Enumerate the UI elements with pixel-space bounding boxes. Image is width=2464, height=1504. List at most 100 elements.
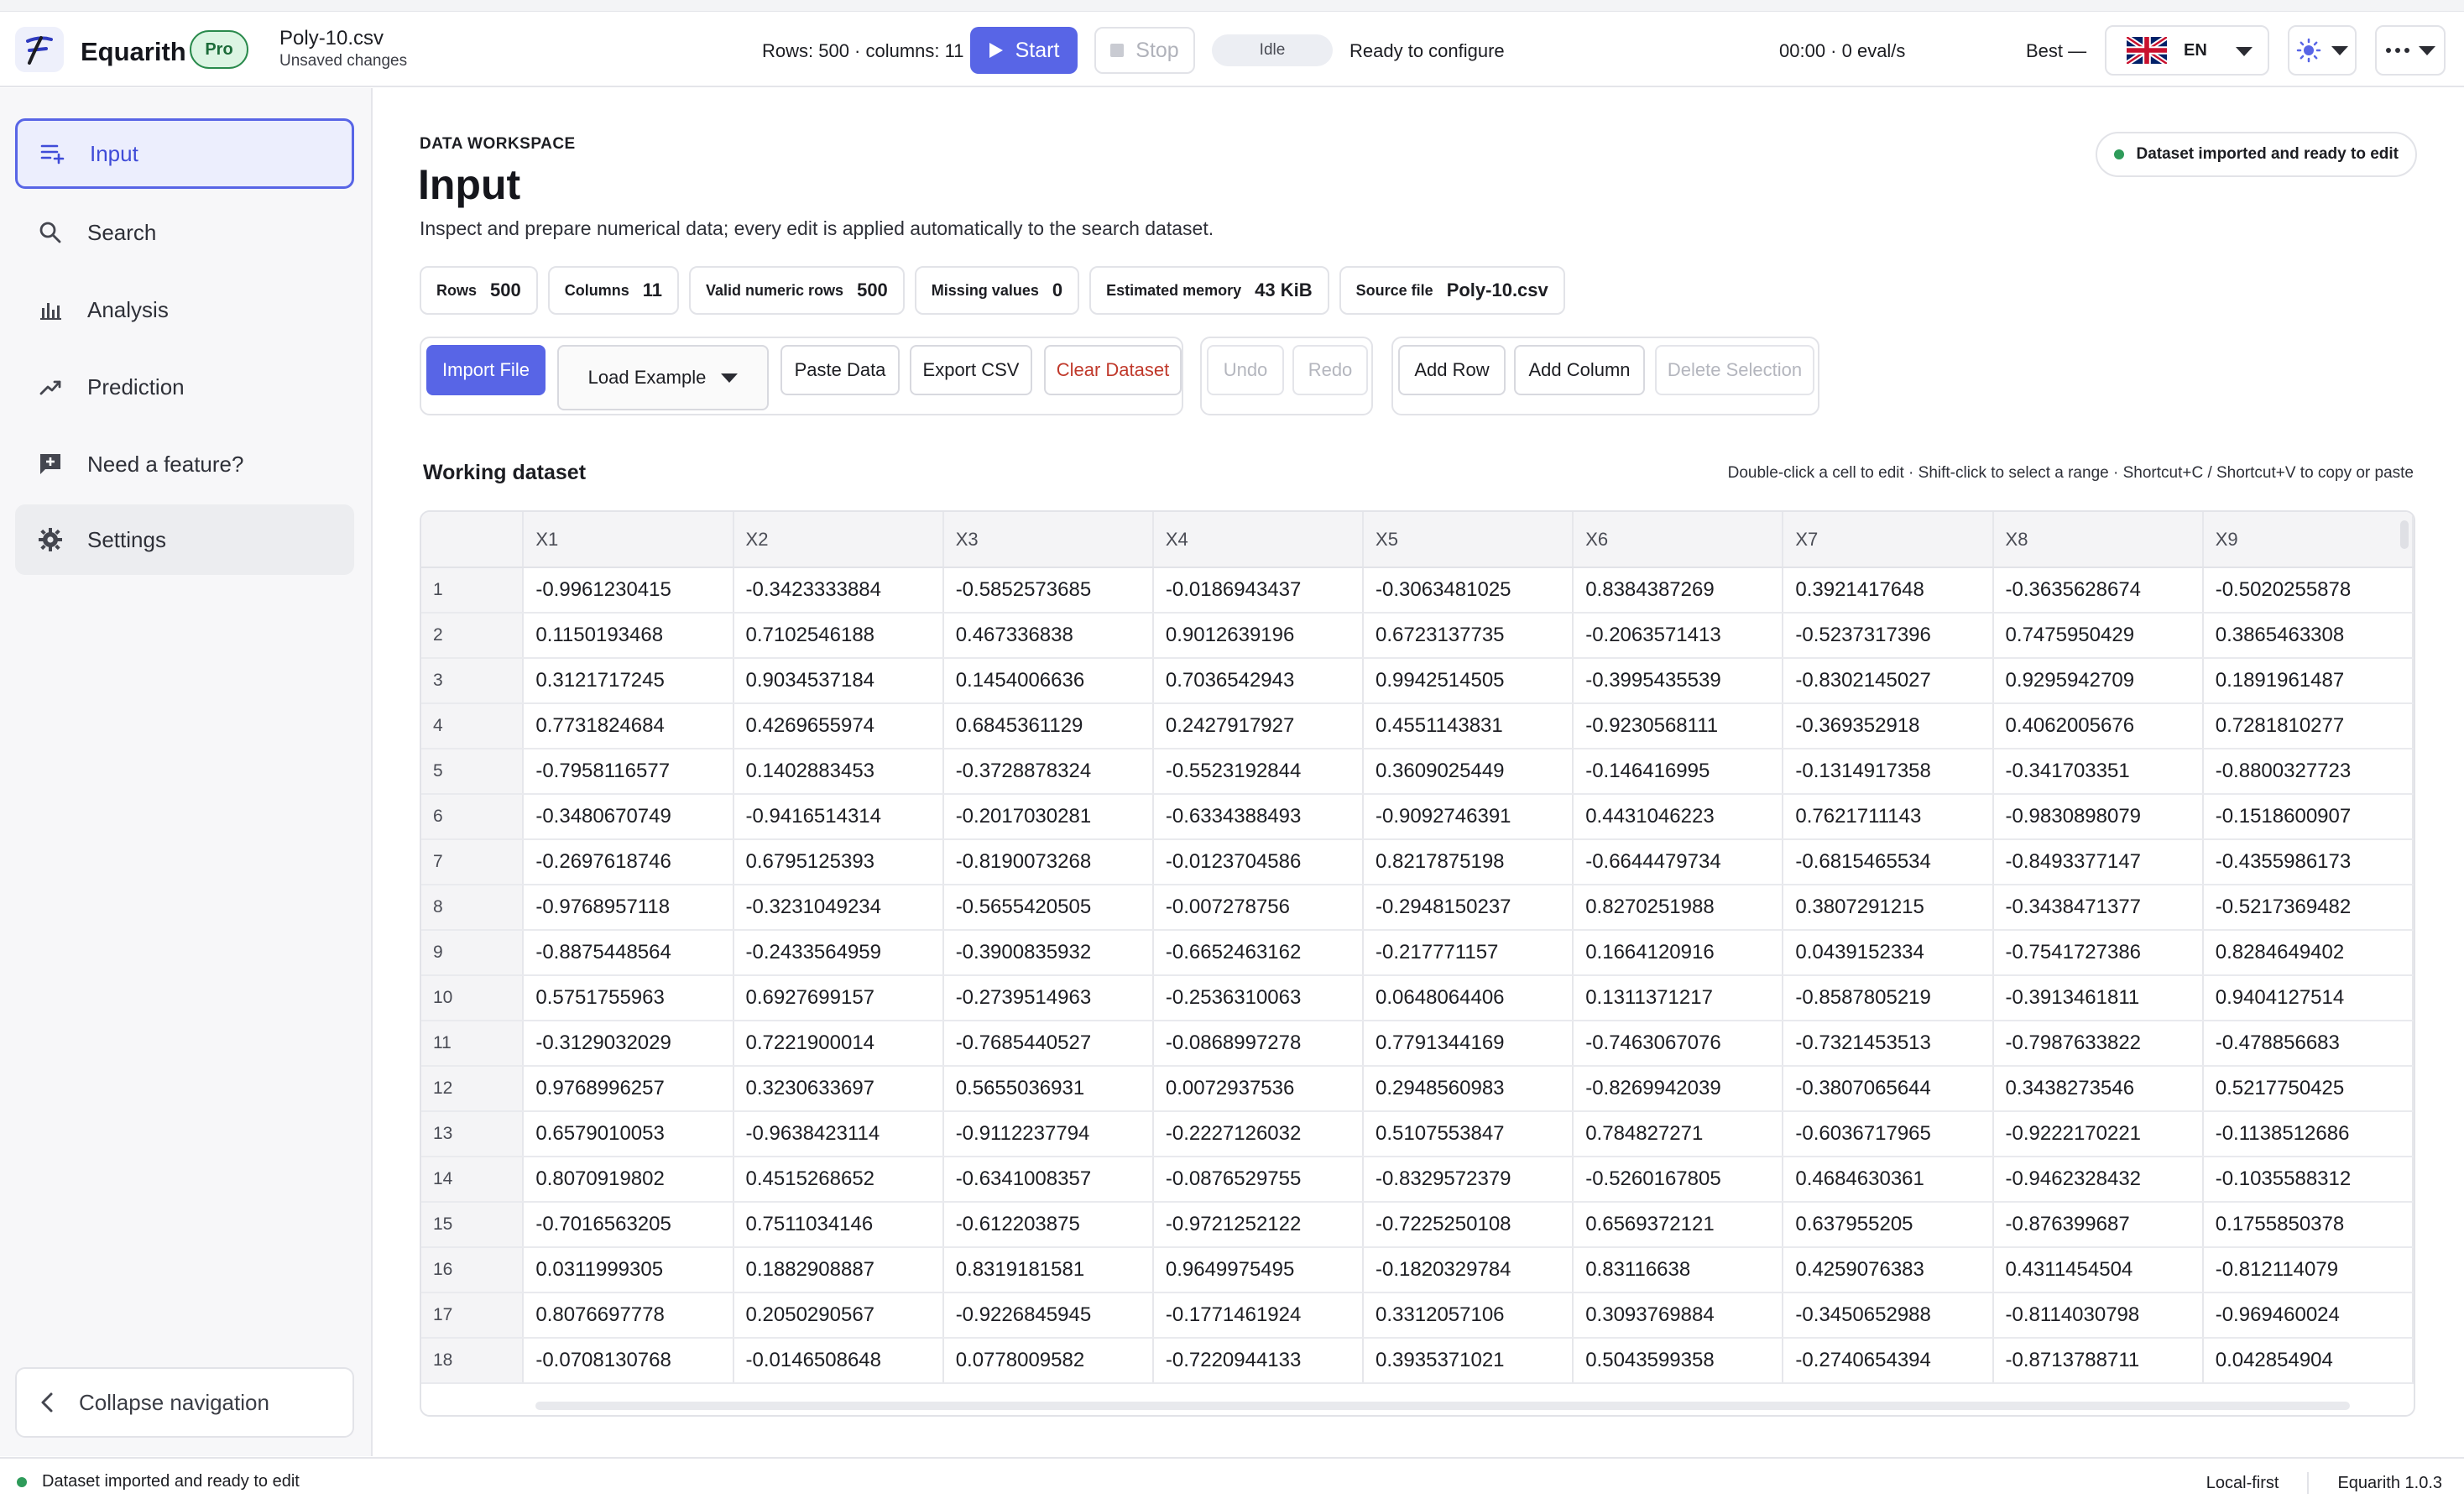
table-cell[interactable]: 0.637955205 xyxy=(1783,1202,1994,1248)
table-cell[interactable]: 0.3865463308 xyxy=(2202,613,2414,659)
table-cell[interactable]: -0.5237317396 xyxy=(1783,613,1994,659)
column-header[interactable]: X2 xyxy=(733,512,944,568)
table-cell[interactable]: 0.0439152334 xyxy=(1783,930,1994,976)
table-cell[interactable]: 0.4259076383 xyxy=(1783,1247,1994,1293)
table-cell[interactable]: -0.7685440527 xyxy=(942,1021,1154,1067)
table-cell[interactable]: -0.612203875 xyxy=(942,1202,1154,1248)
table-cell[interactable]: -0.2536310063 xyxy=(1152,975,1365,1021)
table-cell[interactable]: -0.3450652988 xyxy=(1783,1292,1994,1339)
table-cell[interactable]: 0.7475950429 xyxy=(1992,613,2204,659)
table-cell[interactable]: 0.4684630361 xyxy=(1783,1157,1994,1203)
table-cell[interactable]: -0.1035588312 xyxy=(2202,1157,2414,1203)
table-cell[interactable]: -0.876399687 xyxy=(1992,1202,2204,1248)
table-cell[interactable]: 0.3312057106 xyxy=(1363,1292,1574,1339)
add-column-button[interactable]: Add Column xyxy=(1514,345,1645,395)
table-cell[interactable]: 0.5217750425 xyxy=(2202,1066,2414,1112)
sidebar-item-feedback[interactable]: Need a feature? xyxy=(15,429,354,499)
table-cell[interactable]: -0.7541727386 xyxy=(1992,930,2204,976)
column-header[interactable]: X5 xyxy=(1363,512,1574,568)
table-cell[interactable]: 0.6723137735 xyxy=(1363,613,1574,659)
table-cell[interactable]: -0.0123704586 xyxy=(1152,839,1365,885)
table-cell[interactable]: 0.4062005676 xyxy=(1992,703,2204,749)
sidebar-item-prediction[interactable]: Prediction xyxy=(15,352,354,422)
table-cell[interactable]: -0.8190073268 xyxy=(942,839,1154,885)
sidebar-item-input[interactable]: Input xyxy=(15,118,354,189)
table-cell[interactable]: -0.6815465534 xyxy=(1783,839,1994,885)
add-row-button[interactable]: Add Row xyxy=(1398,345,1506,395)
table-cell[interactable]: -0.3480670749 xyxy=(523,794,734,840)
table-cell[interactable]: 0.8284649402 xyxy=(2202,930,2414,976)
table-cell[interactable]: -0.1138512686 xyxy=(2202,1111,2414,1157)
sidebar-item-analysis[interactable]: Analysis xyxy=(15,274,354,345)
vertical-scrollbar[interactable] xyxy=(2400,520,2409,549)
table-cell[interactable]: -0.478856683 xyxy=(2202,1021,2414,1067)
table-cell[interactable]: 0.1755850378 xyxy=(2202,1202,2414,1248)
table-cell[interactable]: 0.8319181581 xyxy=(942,1247,1154,1293)
table-cell[interactable]: 0.7791344169 xyxy=(1363,1021,1574,1067)
data-grid[interactable]: X1 X2 X3 X4 X5 X6 X7 X8 X9 1 -0.9961230415 -0.3423… xyxy=(420,510,2415,1417)
table-cell[interactable]: 0.83116638 xyxy=(1573,1247,1784,1293)
table-cell[interactable]: 0.9404127514 xyxy=(2202,975,2414,1021)
table-cell[interactable]: 0.5655036931 xyxy=(942,1066,1154,1112)
table-cell[interactable]: 0.6569372121 xyxy=(1573,1202,1784,1248)
table-cell[interactable]: -0.2063571413 xyxy=(1573,613,1784,659)
table-cell[interactable]: -0.7220944133 xyxy=(1152,1338,1365,1384)
table-cell[interactable]: 0.0072937536 xyxy=(1152,1066,1365,1112)
table-cell[interactable]: -0.9222170221 xyxy=(1992,1111,2204,1157)
table-cell[interactable]: -0.7225250108 xyxy=(1363,1202,1574,1248)
table-cell[interactable]: 0.2948560983 xyxy=(1363,1066,1574,1112)
table-cell[interactable]: 0.4269655974 xyxy=(733,703,944,749)
table-cell[interactable]: 0.7036542943 xyxy=(1152,658,1365,704)
table-cell[interactable]: -0.7958116577 xyxy=(523,749,734,795)
delete-selection-button[interactable]: Delete Selection xyxy=(1655,345,1814,395)
column-header[interactable]: X1 xyxy=(523,512,734,568)
table-cell[interactable]: -0.2697618746 xyxy=(523,839,734,885)
table-cell[interactable]: -0.007278756 xyxy=(1152,885,1365,931)
table-cell[interactable]: 0.3935371021 xyxy=(1363,1338,1574,1384)
table-cell[interactable]: -0.8587805219 xyxy=(1783,975,1994,1021)
table-cell[interactable]: -0.9092746391 xyxy=(1363,794,1574,840)
table-cell[interactable]: -0.8713788711 xyxy=(1992,1338,2204,1384)
table-cell[interactable]: 0.3121717245 xyxy=(523,658,734,704)
table-cell[interactable]: 0.7102546188 xyxy=(733,613,944,659)
table-cell[interactable]: 0.1150193468 xyxy=(523,613,734,659)
table-cell[interactable]: 0.7281810277 xyxy=(2202,703,2414,749)
table-cell[interactable]: -0.7321453513 xyxy=(1783,1021,1994,1067)
table-cell[interactable]: -0.8800327723 xyxy=(2202,749,2414,795)
clear-dataset-button[interactable]: Clear Dataset xyxy=(1044,345,1182,395)
table-cell[interactable]: 0.7511034146 xyxy=(733,1202,944,1248)
redo-button[interactable]: Redo xyxy=(1292,345,1368,395)
column-header[interactable]: X9 xyxy=(2202,512,2414,568)
table-cell[interactable]: -0.2017030281 xyxy=(942,794,1154,840)
table-cell[interactable]: -0.1820329784 xyxy=(1363,1247,1574,1293)
table-cell[interactable]: 0.1454006636 xyxy=(942,658,1154,704)
table-cell[interactable]: 0.0778009582 xyxy=(942,1338,1154,1384)
table-cell[interactable]: -0.1314917358 xyxy=(1783,749,1994,795)
table-cell[interactable]: -0.8493377147 xyxy=(1992,839,2204,885)
column-header[interactable]: X3 xyxy=(942,512,1154,568)
column-header[interactable]: X6 xyxy=(1573,512,1784,568)
table-cell[interactable]: 0.9942514505 xyxy=(1363,658,1574,704)
table-cell[interactable]: 0.0311999305 xyxy=(523,1247,734,1293)
table-cell[interactable]: 0.1882908887 xyxy=(733,1247,944,1293)
table-cell[interactable]: -0.2433564959 xyxy=(733,930,944,976)
table-cell[interactable]: -0.3129032029 xyxy=(523,1021,734,1067)
table-cell[interactable]: -0.3438471377 xyxy=(1992,885,2204,931)
column-header[interactable]: X4 xyxy=(1152,512,1365,568)
sidebar-item-settings[interactable]: Settings xyxy=(15,504,354,575)
table-cell[interactable]: -0.7016563205 xyxy=(523,1202,734,1248)
table-cell[interactable]: -0.5852573685 xyxy=(942,567,1154,614)
table-cell[interactable]: -0.5655420505 xyxy=(942,885,1154,931)
table-cell[interactable]: 0.3609025449 xyxy=(1363,749,1574,795)
table-cell[interactable]: 0.9768996257 xyxy=(523,1066,734,1112)
more-menu-button[interactable] xyxy=(2375,25,2446,76)
table-cell[interactable]: -0.2740654394 xyxy=(1783,1338,1994,1384)
table-cell[interactable]: -0.9638423114 xyxy=(733,1111,944,1157)
table-cell[interactable]: -0.9416514314 xyxy=(733,794,944,840)
table-cell[interactable]: 0.1311371217 xyxy=(1573,975,1784,1021)
table-cell[interactable]: -0.3063481025 xyxy=(1363,567,1574,614)
table-cell[interactable]: 0.6579010053 xyxy=(523,1111,734,1157)
table-cell[interactable]: -0.3423333884 xyxy=(733,567,944,614)
table-cell[interactable]: -0.8269942039 xyxy=(1573,1066,1784,1112)
table-cell[interactable]: -0.0146508648 xyxy=(733,1338,944,1384)
